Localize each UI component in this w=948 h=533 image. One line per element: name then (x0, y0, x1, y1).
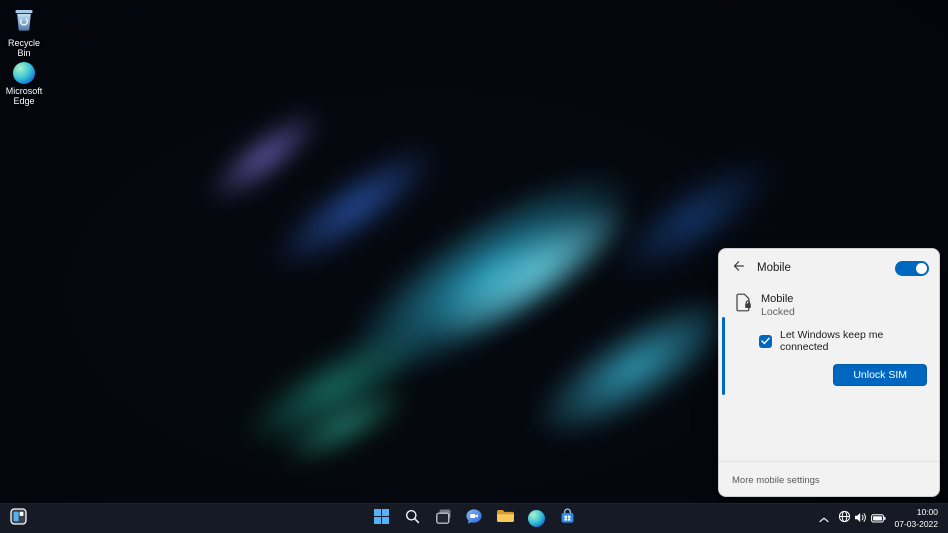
desktop: Recycle Bin Microsoft Edge Mobile (0, 0, 948, 533)
clock-time: 10:00 (895, 507, 938, 518)
mobile-flyout-panel: Mobile Mobile Locked (718, 248, 940, 497)
start-button[interactable] (368, 507, 394, 531)
file-explorer-icon (496, 508, 515, 529)
clock[interactable]: 10:00 07-03-2022 (891, 507, 944, 529)
task-view-button[interactable] (430, 507, 456, 531)
taskbar: 10:00 07-03-2022 (0, 503, 948, 533)
edge-icon (528, 510, 545, 527)
windows-start-icon (374, 509, 389, 529)
edge-button[interactable] (523, 507, 549, 531)
tray-overflow-button[interactable] (815, 507, 833, 531)
toggle-knob (916, 263, 927, 274)
sim-item-title: Mobile (761, 293, 795, 305)
battery-icon (871, 510, 886, 528)
sim-lock-icon (736, 293, 752, 318)
chat-icon (465, 508, 483, 530)
button-row: Unlock SIM (729, 364, 929, 386)
store-button[interactable] (554, 507, 580, 531)
volume-icon (854, 510, 868, 528)
file-explorer-button[interactable] (492, 507, 518, 531)
store-icon (559, 508, 576, 530)
back-arrow-icon (732, 259, 744, 277)
widgets-icon (10, 508, 27, 530)
sim-item[interactable]: Mobile Locked (729, 293, 929, 318)
chat-button[interactable] (461, 507, 487, 531)
unlock-sim-button[interactable]: Unlock SIM (833, 364, 927, 386)
sim-item-status: Locked (761, 306, 795, 318)
clock-date: 07-03-2022 (895, 519, 938, 530)
desktop-icon-microsoft-edge[interactable]: Microsoft Edge (1, 62, 47, 107)
panel-title: Mobile (757, 262, 887, 274)
widgets-button[interactable] (5, 507, 31, 531)
back-button[interactable] (727, 257, 749, 279)
desktop-icon-recycle-bin[interactable]: Recycle Bin (1, 7, 47, 59)
sim-item-text: Mobile Locked (761, 293, 795, 318)
chevron-up-icon (819, 510, 829, 528)
network-globe-icon (838, 510, 851, 528)
recycle-bin-icon (14, 7, 34, 36)
system-tray: 10:00 07-03-2022 (815, 504, 944, 533)
edge-icon (13, 62, 35, 84)
panel-header: Mobile (719, 249, 939, 285)
desktop-icon-label: Recycle Bin (1, 38, 47, 59)
more-mobile-settings-link[interactable]: More mobile settings (732, 475, 820, 486)
desktop-icon-label: Microsoft Edge (1, 86, 47, 107)
checkmark-icon (761, 337, 770, 345)
mobile-toggle[interactable] (895, 261, 929, 276)
panel-body: Mobile Locked Let Windows keep me connec… (719, 285, 939, 461)
search-icon (405, 509, 420, 529)
search-button[interactable] (399, 507, 425, 531)
keep-connected-label: Let Windows keep me connected (780, 329, 929, 353)
panel-footer: More mobile settings (719, 461, 939, 496)
quick-settings-button[interactable] (835, 507, 889, 531)
selected-item-accent-bar (722, 317, 725, 395)
taskbar-center (368, 507, 580, 531)
keep-connected-checkbox[interactable] (759, 335, 772, 348)
keep-connected-row[interactable]: Let Windows keep me connected (759, 329, 929, 353)
task-view-icon (435, 508, 452, 530)
